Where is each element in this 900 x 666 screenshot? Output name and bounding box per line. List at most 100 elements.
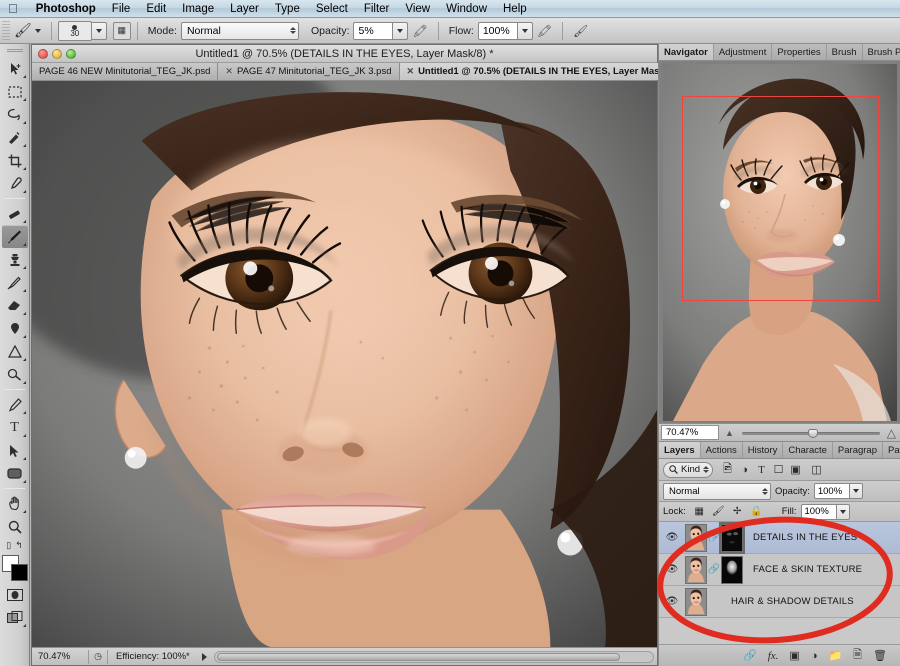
type-tool[interactable]: T (2, 416, 28, 439)
gradient-tool[interactable] (2, 317, 28, 340)
menu-layer[interactable]: Layer (222, 0, 267, 18)
screen-mode-toggle[interactable] (2, 606, 28, 629)
apple-logo-icon[interactable]:  (8, 2, 18, 15)
color-swatches[interactable] (1, 555, 28, 581)
layer-style-fx-icon[interactable]: fx. (768, 650, 779, 662)
minimize-window-button[interactable] (52, 48, 62, 59)
pressure-size-icon[interactable]: 🖌 (569, 24, 592, 38)
layer-visibility-icon[interactable]: 👁 (659, 596, 685, 607)
menu-filter[interactable]: Filter (356, 0, 398, 18)
zoom-in-mountain-icon[interactable]: △ (887, 426, 896, 440)
pen-tool[interactable] (2, 393, 28, 416)
status-zoom-value[interactable]: 70.47% (32, 651, 88, 662)
document-tab-2[interactable]: ✕ PAGE 47 Minitutorial_TEG_JK 3.psd (218, 63, 400, 80)
blend-mode-select[interactable]: Normal (180, 21, 299, 40)
rectangle-tool[interactable] (2, 462, 28, 485)
history-brush-tool[interactable] (2, 271, 28, 294)
layer-fill-input[interactable]: 100% (800, 503, 837, 520)
move-tool[interactable] (2, 57, 28, 80)
layer-link-icon[interactable]: 🔗 (707, 532, 721, 543)
document-info-icon[interactable]: ◷ (89, 651, 107, 662)
opacity-dropdown[interactable] (393, 21, 409, 40)
horizontal-scrollbar[interactable] (213, 650, 654, 663)
navigator-view-box[interactable] (682, 96, 879, 301)
flow-input[interactable]: 100% (477, 21, 518, 40)
layer-row-face-and-skin-texture[interactable]: 👁 🔗 FACE & SKIN TEXTURE (659, 554, 900, 586)
zoom-window-button[interactable] (66, 48, 76, 59)
crop-tool[interactable] (2, 149, 28, 172)
layer-fill-dropdown[interactable] (836, 503, 850, 520)
current-tool-preview[interactable]: 🖌 (10, 22, 45, 39)
brush-tool[interactable] (1, 225, 28, 248)
tab-adjustment[interactable]: Adjustment (714, 44, 773, 60)
healing-brush-tool[interactable] (2, 202, 28, 225)
lock-all-icon[interactable]: 🔒 (747, 506, 766, 517)
layer-row-hair-and-shadow-details[interactable]: 👁 HAIR & SHADOW DETAILS (659, 586, 900, 618)
lasso-tool[interactable] (2, 103, 28, 126)
layer-mask-thumbnail[interactable] (721, 555, 743, 584)
flow-dropdown[interactable] (517, 21, 533, 40)
menu-select[interactable]: Select (308, 0, 356, 18)
tab-character[interactable]: Characte (783, 442, 833, 458)
layer-row-details-in-the-eyes[interactable]: 👁 🔗 DETAILS IN THE EYES (659, 521, 900, 554)
lock-position-icon[interactable]: ✢ (728, 506, 747, 517)
shape-filter-icon[interactable]: ☐ (770, 463, 787, 476)
menu-file[interactable]: File (104, 0, 139, 18)
layer-opacity-dropdown[interactable] (849, 483, 863, 499)
close-tab-icon[interactable]: ✕ (407, 66, 415, 77)
tab-layers[interactable]: Layers (659, 442, 701, 458)
opacity-input[interactable]: 5% (353, 21, 394, 40)
default-colors-icon[interactable]: ▯ (6, 540, 11, 551)
airbrush-icon[interactable]: 🖍 (533, 24, 556, 38)
add-mask-icon[interactable]: ▣ (789, 649, 799, 662)
menu-photoshop[interactable]: Photoshop (28, 0, 104, 18)
layer-opacity-input[interactable]: 100% (813, 483, 850, 499)
tab-history[interactable]: History (743, 442, 784, 458)
scrollbar-thumb[interactable] (216, 652, 620, 661)
link-layers-icon[interactable]: 🔗 (743, 649, 757, 662)
path-selection-tool[interactable] (2, 439, 28, 462)
menu-view[interactable]: View (397, 0, 438, 18)
tab-navigator[interactable]: Navigator (659, 44, 714, 60)
new-layer-icon[interactable]: 🗎 (853, 646, 862, 665)
lock-image-icon[interactable]: 🖌 (709, 506, 728, 517)
quick-mask-toggle[interactable] (2, 583, 28, 606)
layer-blend-mode-select[interactable]: Normal (663, 482, 771, 500)
navigator-zoom-input[interactable]: 70.47% (661, 425, 719, 440)
brush-panel-toggle[interactable]: ▦ (112, 21, 131, 40)
document-tab-3[interactable]: ✕ Untitled1 @ 70.5% (DETAILS IN THE EYES… (399, 63, 691, 80)
window-controls[interactable] (38, 48, 76, 59)
blur-tool[interactable] (2, 340, 28, 363)
navigator-thumbnail[interactable] (663, 64, 897, 421)
toolbox-grip[interactable] (6, 49, 23, 53)
tab-brush[interactable]: Brush (827, 44, 863, 60)
tab-paths[interactable]: Paths (883, 442, 900, 458)
close-window-button[interactable] (38, 48, 48, 59)
smart-object-filter-icon[interactable]: ▣ (787, 463, 804, 476)
tab-properties[interactable]: Properties (772, 44, 827, 60)
chevron-down-icon[interactable] (34, 28, 41, 33)
menu-window[interactable]: Window (438, 0, 495, 18)
delete-layer-icon[interactable]: 🗑 (873, 649, 887, 662)
clone-stamp-tool[interactable] (2, 248, 28, 271)
hand-tool[interactable] (2, 492, 28, 515)
canvas-area[interactable] (32, 81, 657, 647)
quick-selection-tool[interactable] (2, 126, 28, 149)
layer-mask-thumbnail[interactable] (719, 521, 745, 554)
pixel-filter-icon[interactable]: 🖻 (719, 460, 736, 479)
eraser-tool[interactable] (2, 294, 28, 317)
eyedropper-tool[interactable] (2, 172, 28, 195)
layer-visibility-icon[interactable]: 👁 (659, 532, 685, 543)
document-title-bar[interactable]: Untitled1 @ 70.5% (DETAILS IN THE EYES, … (32, 45, 657, 63)
marquee-tool[interactable] (2, 80, 28, 103)
tab-paragraph[interactable]: Paragrap (833, 442, 884, 458)
tab-brush-presets[interactable]: Brush Prese (863, 44, 900, 60)
layer-thumbnail[interactable] (685, 587, 707, 616)
layer-link-icon[interactable]: 🔗 (707, 564, 721, 575)
brush-preset-picker[interactable]: 30 (57, 20, 92, 41)
background-color-swatch[interactable] (10, 564, 28, 581)
adjustment-filter-icon[interactable]: ◑ (736, 464, 753, 476)
menu-image[interactable]: Image (174, 0, 222, 18)
filter-toggle-icon[interactable]: ◫ (808, 463, 825, 476)
adjustment-layer-icon[interactable]: ◑ (811, 650, 818, 662)
